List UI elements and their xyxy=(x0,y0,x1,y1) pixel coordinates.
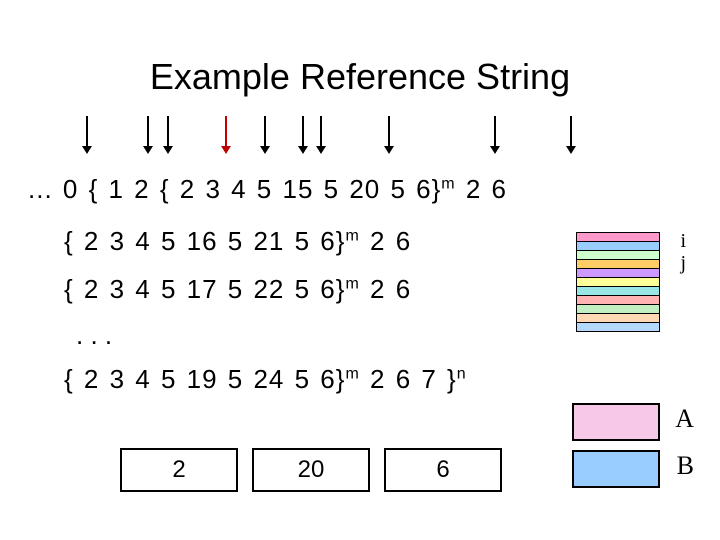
l4-exp: m xyxy=(345,365,359,382)
l2-exp: m xyxy=(345,275,359,292)
l0-exp: m xyxy=(441,175,455,192)
l1-b: 2 6 xyxy=(360,226,411,256)
down-arrow-icon xyxy=(570,116,572,152)
l2-b: 2 6 xyxy=(360,274,411,304)
l4-exp2: n xyxy=(457,365,467,382)
page-stripe xyxy=(576,322,660,332)
label-B: B xyxy=(677,451,694,481)
down-arrow-icon xyxy=(147,116,149,152)
l4-a: { 2 3 4 5 19 5 24 5 6} xyxy=(64,364,345,394)
string-line-2: { 2 3 4 5 17 5 22 5 6}m 2 6 xyxy=(64,276,507,302)
page-stripes xyxy=(576,232,660,331)
down-arrow-icon xyxy=(264,116,266,152)
down-arrow-icon xyxy=(388,116,390,152)
l0-b: 2 6 xyxy=(456,174,507,204)
l0-a: ... 0 { 1 2 { 2 3 4 5 15 5 20 5 6} xyxy=(28,174,441,204)
string-line-0: ... 0 { 1 2 { 2 3 4 5 15 5 20 5 6}m 2 6 xyxy=(28,176,507,202)
l1-a: { 2 3 4 5 16 5 21 5 6} xyxy=(64,226,345,256)
box-3: 6 xyxy=(384,448,502,492)
down-arrow-icon xyxy=(167,116,169,152)
reference-string-block: ... 0 { 1 2 { 2 3 4 5 15 5 20 5 6}m 2 6 … xyxy=(28,176,507,392)
down-arrow-icon xyxy=(225,116,227,152)
box-2: 20 xyxy=(252,448,370,492)
down-arrow-icon xyxy=(320,116,322,152)
l2-a: { 2 3 4 5 17 5 22 5 6} xyxy=(64,274,345,304)
string-line-1: { 2 3 4 5 16 5 21 5 6}m 2 6 xyxy=(64,228,507,254)
slide-title: Example Reference String xyxy=(0,0,720,98)
label-i: i xyxy=(680,230,686,253)
l1-exp: m xyxy=(345,227,359,244)
box-A xyxy=(572,403,660,441)
ij-labels: i j xyxy=(680,230,686,275)
down-arrow-icon xyxy=(302,116,304,152)
label-A: A xyxy=(675,404,694,434)
label-j: j xyxy=(680,251,686,275)
down-arrow-icon xyxy=(494,116,496,152)
bottom-boxes: 2 20 6 xyxy=(120,448,502,492)
box-1: 2 xyxy=(120,448,238,492)
box-B xyxy=(572,450,660,488)
arrow-row xyxy=(0,116,720,168)
string-line-4: { 2 3 4 5 19 5 24 5 6}m 2 6 7 }n xyxy=(64,366,507,392)
down-arrow-icon xyxy=(86,116,88,152)
ellipsis: . . . xyxy=(76,322,507,348)
l4-b: 2 6 7 } xyxy=(360,364,457,394)
